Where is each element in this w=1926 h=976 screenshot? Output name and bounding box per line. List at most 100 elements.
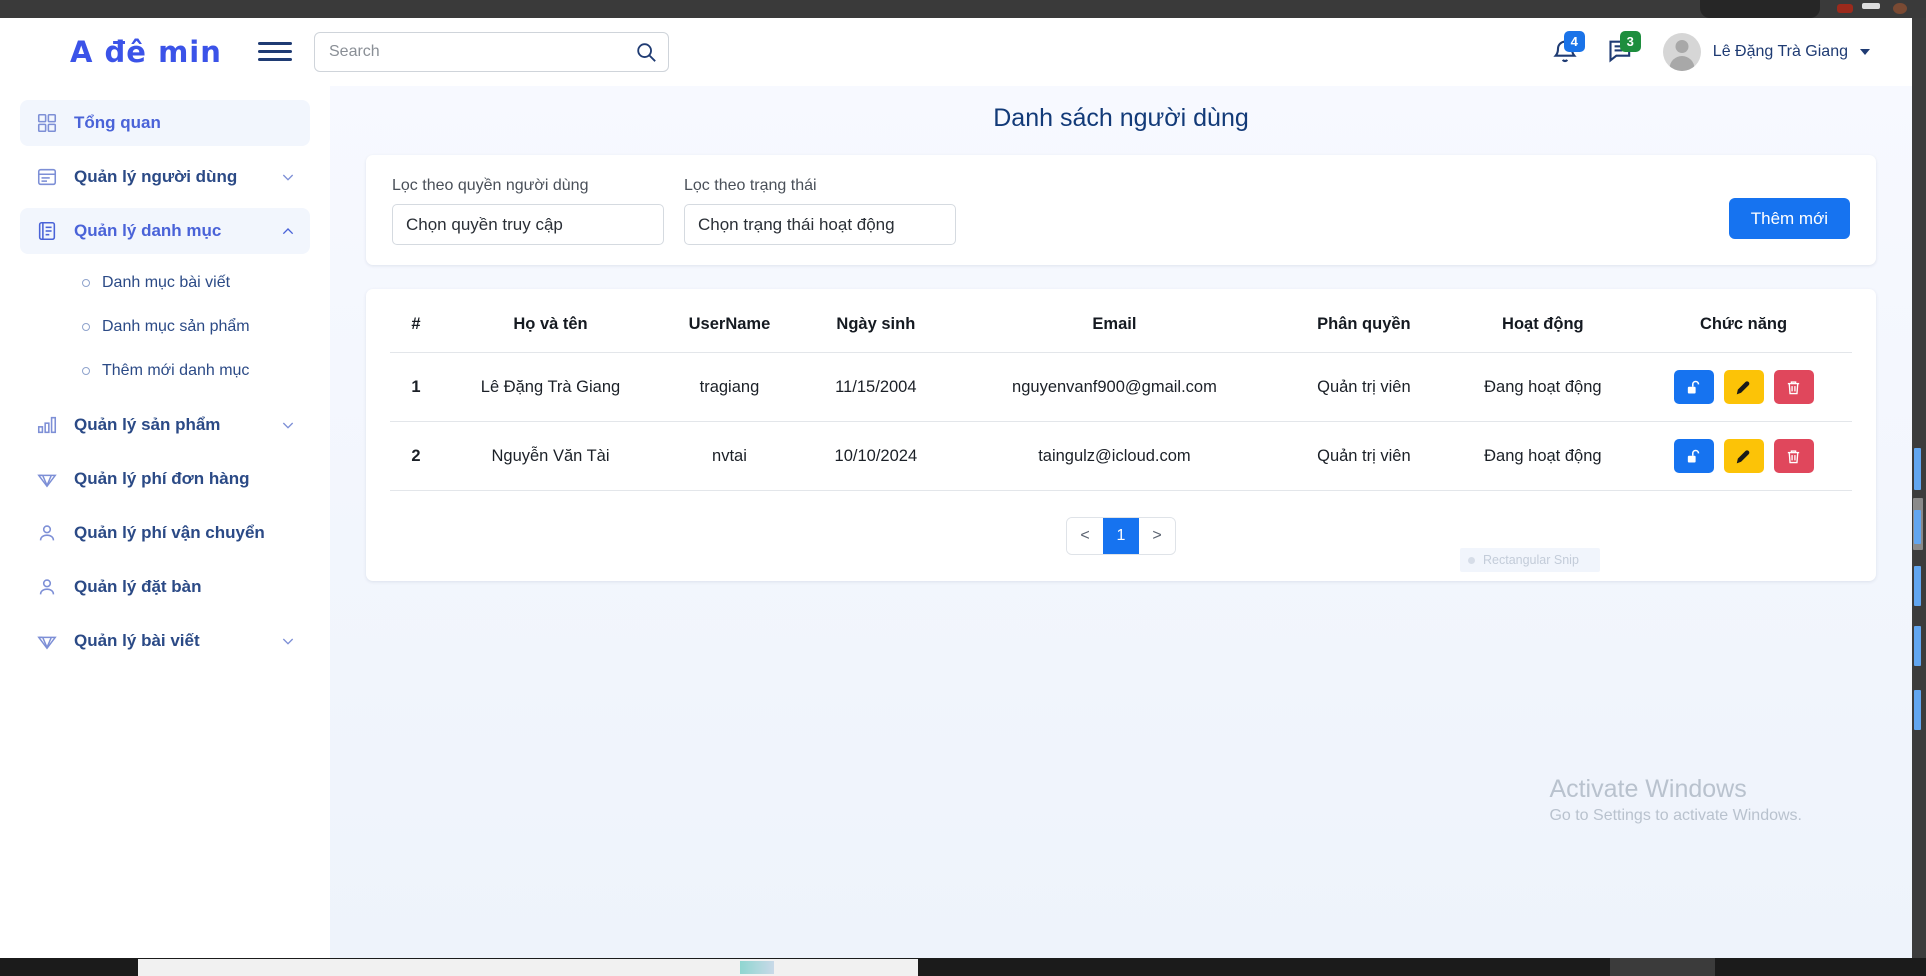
pagination-prev[interactable]: < (1067, 518, 1103, 554)
hamburger-bar (258, 50, 292, 53)
cell-actions (1635, 352, 1852, 422)
chevron-down-icon[interactable] (280, 169, 296, 185)
sidebar-item-quan-ly-phi-don-hang[interactable]: Quản lý phí đơn hàng (20, 456, 310, 502)
sidebar-item-quan-ly-nguoi-dung[interactable]: Quản lý người dùng (20, 154, 310, 200)
messages-button[interactable]: 3 (1607, 31, 1641, 68)
row-action-group (1641, 370, 1846, 404)
users-table-panel: # Họ và tên UserName Ngày sinh Email Phâ… (366, 289, 1876, 581)
cell-status: Đang hoạt động (1450, 421, 1636, 491)
cell-username: tragiang (658, 352, 800, 422)
chevron-down-icon[interactable] (280, 417, 296, 433)
pagination-page-1[interactable]: 1 (1103, 518, 1139, 554)
main-content: Danh sách người dùng Lọc theo quyền ngườ… (330, 86, 1912, 958)
sidebar-item-label: Quản lý đặt bàn (74, 577, 202, 596)
hamburger-bar (258, 42, 292, 45)
filter-status-field: Lọc theo trạng thái Chọn trạng thái hoạt… (684, 177, 956, 245)
th-actions: Chức năng (1635, 289, 1852, 353)
table-header-row: # Họ và tên UserName Ngày sinh Email Phâ… (390, 289, 1852, 353)
unlock-button[interactable] (1673, 370, 1714, 404)
minimap-marker (1914, 690, 1921, 730)
os-taskbar (0, 958, 1926, 976)
table-row[interactable]: 1 Lê Đặng Trà Giang tragiang 11/15/2004 … (390, 352, 1852, 422)
table-row[interactable]: 2 Nguyễn Văn Tài nvtai 10/10/2024 taingu… (390, 421, 1852, 491)
edit-button[interactable] (1723, 439, 1764, 473)
person-icon (39, 579, 55, 595)
cell-email: taingulz@icloud.com (951, 421, 1278, 491)
sidebar-item-quan-ly-phi-van-chuyen[interactable]: Quản lý phí vận chuyển (20, 510, 310, 556)
notifications-button[interactable]: 4 (1551, 31, 1585, 68)
sidebar-subitem-danh-muc-san-pham[interactable]: Danh mục sản phẩm (20, 306, 310, 348)
th-email: Email (951, 289, 1278, 353)
sidebar-subitem-danh-muc-bai-viet[interactable]: Danh mục bài viết (20, 262, 310, 304)
cell-name: Lê Đặng Trà Giang (442, 352, 659, 422)
brand-logo[interactable]: A đê min (0, 35, 250, 69)
sidebar-subitem-label: Danh mục bài viết (102, 274, 231, 291)
delete-button[interactable] (1773, 439, 1814, 473)
sidebar: Tổng quan Quản lý người dùng Quản lý dan… (0, 86, 330, 958)
delete-button[interactable] (1773, 370, 1814, 404)
filter-role-value: Chọn quyền truy cập (406, 214, 563, 234)
cell-email: nguyenvanf900@gmail.com (951, 352, 1278, 422)
th-name: Họ và tên (442, 289, 659, 353)
sidebar-item-label: Quản lý người dùng (74, 167, 238, 186)
minimap-marker (1914, 566, 1921, 606)
filter-role-field: Lọc theo quyền người dùng Chọn quyền tru… (392, 177, 664, 245)
pagination-next[interactable]: > (1139, 518, 1175, 554)
sidebar-item-label: Quản lý phí vận chuyển (74, 523, 265, 542)
cell-status: Đang hoạt động (1450, 352, 1636, 422)
hamburger-icon[interactable] (258, 37, 298, 67)
watermark-subtitle: Go to Settings to activate Windows. (1549, 807, 1802, 824)
editor-minimap-rail[interactable] (1912, 18, 1926, 958)
notifications-badge: 4 (1563, 31, 1585, 52)
filter-status-select[interactable]: Chọn trạng thái hoạt động (684, 204, 956, 245)
avatar (1662, 33, 1701, 71)
minimap-marker (1914, 510, 1921, 544)
sidebar-subitem-label: Danh mục sản phẩm (102, 318, 250, 335)
search-icon[interactable] (635, 41, 657, 63)
user-menu[interactable]: Lê Đặng Trà Giang (1662, 33, 1870, 71)
table-head: # Họ và tên UserName Ngày sinh Email Phâ… (390, 289, 1852, 353)
pencil-edit-icon (1736, 449, 1750, 463)
watermark-title: Activate Windows (1549, 775, 1747, 803)
caret-down-icon[interactable] (1860, 49, 1870, 55)
sidebar-item-quan-ly-dat-ban[interactable]: Quản lý đặt bàn (20, 564, 310, 610)
unlock-icon (1687, 449, 1700, 463)
chevron-up-icon[interactable] (280, 223, 296, 239)
window-indicator-white (1862, 3, 1880, 9)
search-input[interactable] (314, 31, 669, 72)
users-table: # Họ và tên UserName Ngày sinh Email Phâ… (390, 289, 1852, 491)
users-list-icon (37, 168, 57, 186)
cell-role: Quản trị viên (1277, 352, 1451, 422)
bullet-circle-icon (82, 367, 90, 375)
add-new-button[interactable]: Thêm mới (1728, 198, 1850, 239)
cell-actions (1635, 421, 1852, 491)
edit-button[interactable] (1723, 370, 1764, 404)
sidebar-item-quan-ly-danh-muc[interactable]: Quản lý danh mục (20, 208, 310, 254)
snip-tooltip: Rectangular Snip (1460, 548, 1600, 572)
unlock-icon (1687, 380, 1700, 394)
sidebar-subitem-them-moi-danh-muc[interactable]: Thêm mới danh mục (20, 350, 310, 392)
taskbar-thumbnail[interactable] (740, 961, 774, 974)
sidebar-item-label: Quản lý phí đơn hàng (74, 469, 250, 488)
bullet-circle-icon (82, 279, 90, 287)
sidebar-item-quan-ly-bai-viet[interactable]: Quản lý bài viết (20, 618, 310, 664)
unlock-button[interactable] (1673, 439, 1714, 473)
th-role: Phân quyền (1277, 289, 1451, 353)
user-name: Lê Đặng Trà Giang (1712, 43, 1848, 60)
taskbar-window-segment[interactable] (138, 959, 918, 976)
os-title-bar (0, 0, 1926, 18)
person-icon (39, 525, 55, 541)
filter-role-select[interactable]: Chọn quyền truy cập (392, 204, 664, 245)
sidebar-item-label: Quản lý danh mục (74, 221, 222, 240)
sidebar-item-quan-ly-san-pham[interactable]: Quản lý sản phẩm (20, 402, 310, 448)
window-indicator-red (1837, 4, 1853, 13)
avatar-body (1669, 56, 1695, 71)
application-window: A đê min 4 (0, 18, 1912, 958)
row-action-group (1641, 439, 1846, 473)
hamburger-bar (258, 58, 292, 61)
pencil-edit-icon (1736, 380, 1750, 394)
chevron-down-icon[interactable] (280, 633, 296, 649)
taskbar-tray-segment[interactable] (1610, 958, 1715, 976)
diamond-icon (37, 636, 57, 650)
sidebar-item-tong-quan[interactable]: Tổng quan (20, 100, 310, 146)
